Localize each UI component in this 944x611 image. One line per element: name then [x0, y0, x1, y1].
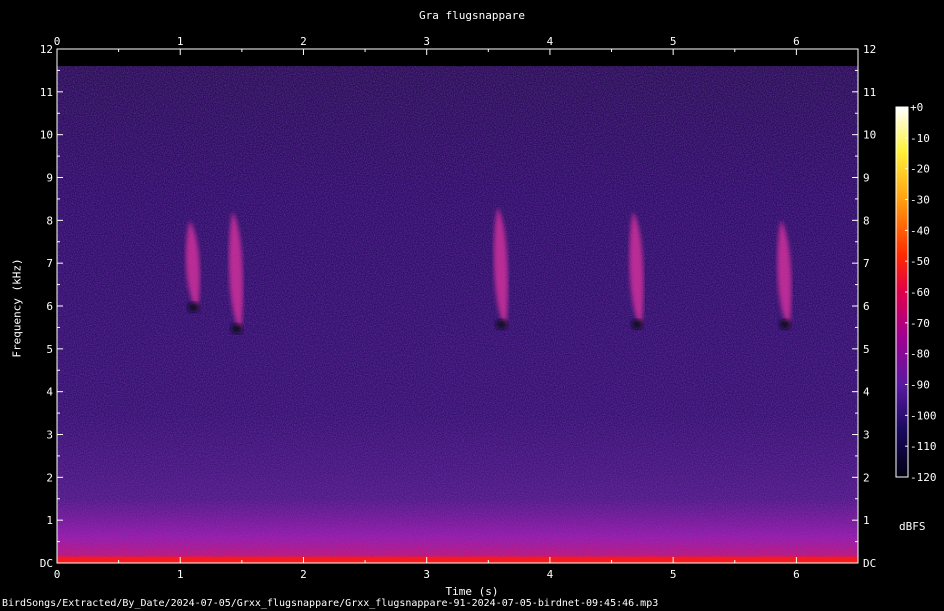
x-tick-label-bottom-6: 6 — [793, 568, 800, 581]
y-tick-label-right-6: 6 — [863, 300, 870, 313]
y-tick-label-right-3: 3 — [863, 429, 870, 442]
x-tick-label-bottom-0: 0 — [54, 568, 61, 581]
y-tick-label-right-2: 2 — [863, 471, 870, 484]
x-tick-label-top-3: 3 — [423, 35, 430, 48]
colorbar-tick-label: -30 — [910, 194, 930, 207]
call-shadow — [187, 302, 200, 313]
colorbar-tick-label: -70 — [910, 317, 930, 330]
y-tick-label-left-3: 3 — [46, 429, 53, 442]
y-tick-label-left-2: 2 — [46, 471, 53, 484]
y-tick-label-left-DC: DC — [40, 557, 53, 570]
colorbar-tick-label: -120 — [910, 471, 937, 484]
y-tick-label-right-7: 7 — [863, 257, 870, 270]
y-tick-label-left-12: 12 — [40, 43, 53, 56]
call-shadow — [779, 319, 792, 330]
y-tick-label-left-6: 6 — [46, 300, 53, 313]
x-axis-label: Time (s) — [445, 585, 499, 598]
y-tick-label-left-9: 9 — [46, 172, 53, 185]
y-tick-label-left-10: 10 — [40, 129, 53, 142]
colorbar-tick-label: -50 — [910, 255, 930, 268]
colorbar-tick-label: -100 — [910, 409, 937, 422]
colorbar-tick-label: -10 — [910, 132, 930, 145]
x-tick-label-bottom-2: 2 — [300, 568, 307, 581]
x-tick-label-top-6: 6 — [793, 35, 800, 48]
x-tick-label-bottom-5: 5 — [670, 568, 677, 581]
y-axis-label: Frequency (kHz) — [10, 258, 24, 358]
colorbar-tick-label: -40 — [910, 224, 930, 237]
x-tick-label-top-4: 4 — [547, 35, 554, 48]
y-tick-label-right-5: 5 — [863, 343, 870, 356]
y-tick-label-left-7: 7 — [46, 257, 53, 270]
dc-band — [57, 556, 858, 563]
y-tick-label-left-4: 4 — [46, 386, 53, 399]
colorbar-tick-label: +0 — [910, 101, 923, 114]
y-tick-label-right-1: 1 — [863, 514, 870, 527]
y-tick-label-right-DC: DC — [863, 557, 876, 570]
colorbar-tick-label: -90 — [910, 379, 930, 392]
y-tick-label-left-11: 11 — [40, 86, 53, 99]
colorbar-tick-label: -60 — [910, 286, 930, 299]
y-tick-label-left-8: 8 — [46, 214, 53, 227]
y-tick-label-right-10: 10 — [863, 129, 876, 142]
file-path-label: BirdSongs/Extracted/By_Date/2024-07-05/G… — [2, 598, 659, 609]
x-tick-label-top-0: 0 — [54, 35, 61, 48]
y-tick-label-right-8: 8 — [863, 214, 870, 227]
y-tick-label-left-1: 1 — [46, 514, 53, 527]
noise-texture — [57, 66, 858, 563]
x-tick-label-bottom-4: 4 — [547, 568, 554, 581]
call-shadow — [631, 319, 644, 330]
x-tick-label-top-2: 2 — [300, 35, 307, 48]
x-tick-label-top-1: 1 — [177, 35, 184, 48]
spectrogram-chart: 00112233445566DC DC1 12 23 34 45 56 67 78 89 910 10… — [40, 35, 937, 581]
colorbar-tick-label: -80 — [910, 348, 930, 361]
y-tick-label-right-4: 4 — [863, 386, 870, 399]
colorbar-unit-label: dBFS — [899, 520, 926, 533]
call-shadow — [495, 319, 508, 330]
call-shadow — [230, 323, 243, 334]
colorbar-tick-label: -110 — [910, 440, 937, 453]
x-tick-label-top-5: 5 — [670, 35, 677, 48]
x-tick-label-bottom-1: 1 — [177, 568, 184, 581]
x-tick-label-bottom-3: 3 — [423, 568, 430, 581]
colorbar-tick-label: -20 — [910, 163, 930, 176]
y-tick-label-right-11: 11 — [863, 86, 876, 99]
y-tick-label-right-9: 9 — [863, 172, 870, 185]
y-tick-label-left-5: 5 — [46, 343, 53, 356]
y-tick-label-right-12: 12 — [863, 43, 876, 56]
